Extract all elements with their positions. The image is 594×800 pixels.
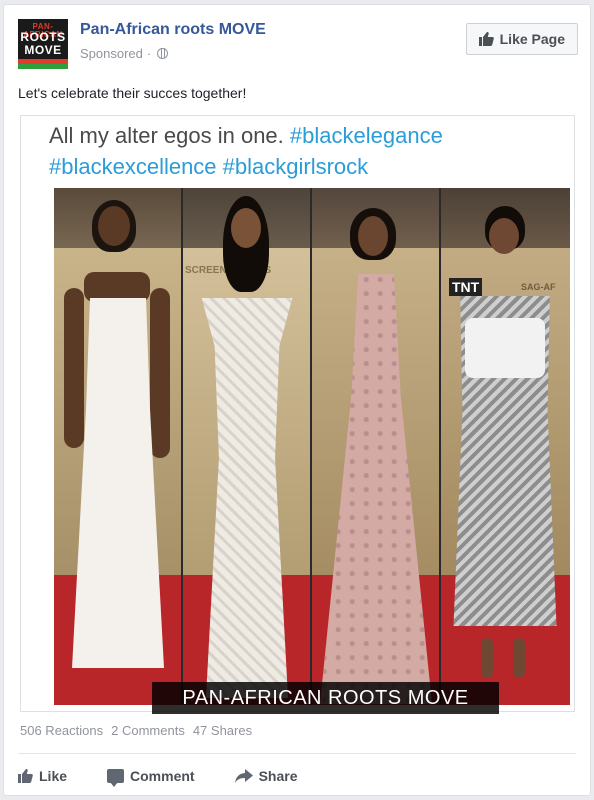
caption-text: All my alter egos in one. xyxy=(49,123,284,148)
post-image[interactable]: All my alter egos in one. #blackelegance… xyxy=(20,115,575,714)
logo-text-line3: MOVE xyxy=(24,43,62,57)
comment-icon xyxy=(107,769,125,787)
share-icon xyxy=(234,769,253,783)
post-header: PAN-AFRICAN ROOTS MOVE Pan-African roots… xyxy=(18,19,580,73)
backdrop-text-sag-af: SAG-AF xyxy=(521,282,556,292)
actions-divider xyxy=(18,753,576,754)
share-label: Share xyxy=(258,768,298,784)
comment-button[interactable]: Comment xyxy=(107,768,195,787)
photo-panel-1 xyxy=(54,188,181,705)
reactions-count[interactable]: 506 Reactions xyxy=(20,723,103,738)
thumbs-up-icon xyxy=(18,769,33,783)
sponsored-label[interactable]: Sponsored xyxy=(80,46,143,61)
post-actions-bar: Like Comment Share xyxy=(18,761,338,791)
shares-count[interactable]: 47 Shares xyxy=(193,723,252,738)
page-name-link[interactable]: Pan-African roots MOVE xyxy=(80,21,266,39)
engagement-stats: 506 Reactions 2 Comments 47 Shares xyxy=(20,723,252,738)
photo-panel-4: TNT SAG-AF xyxy=(441,188,570,705)
hashtag-blackelegance: #blackelegance xyxy=(289,123,443,148)
sponsored-line: Sponsored · xyxy=(80,46,169,61)
globe-icon[interactable] xyxy=(157,48,169,59)
like-page-button[interactable]: Like Page xyxy=(465,23,578,55)
hashtag-blackgirlsrock: #blackgirlsrock xyxy=(222,154,369,179)
sponsored-post-card: PAN-AFRICAN ROOTS MOVE Pan-African roots… xyxy=(3,4,591,796)
comments-count[interactable]: 2 Comments xyxy=(111,723,185,738)
like-button[interactable]: Like xyxy=(18,768,67,784)
hashtag-blackexcellence: #blackexcellence xyxy=(49,154,217,179)
page-avatar[interactable]: PAN-AFRICAN ROOTS MOVE xyxy=(18,19,68,69)
comment-label: Comment xyxy=(130,768,195,784)
photo-panel-2: SCREEN ACTORS xyxy=(183,188,310,705)
like-page-label: Like Page xyxy=(499,31,565,47)
logo-text-line2: ROOTS xyxy=(20,30,66,44)
like-label: Like xyxy=(39,768,68,784)
logo-green-stripe xyxy=(18,64,68,69)
thumbs-up-icon xyxy=(478,32,494,46)
separator-dot: · xyxy=(146,46,152,61)
image-watermark: PAN-AFRICAN ROOTS MOVE xyxy=(152,682,499,714)
photo-panel-3 xyxy=(312,188,439,705)
post-message: Let's celebrate their succes together! xyxy=(18,85,247,101)
backdrop-text-tnt: TNT xyxy=(449,278,483,296)
image-caption: All my alter egos in one. #blackelegance… xyxy=(49,120,549,182)
red-carpet-photo-collage: SCREEN ACTORS TNT SAG-AF xyxy=(54,188,570,705)
share-button[interactable]: Share xyxy=(234,768,298,784)
